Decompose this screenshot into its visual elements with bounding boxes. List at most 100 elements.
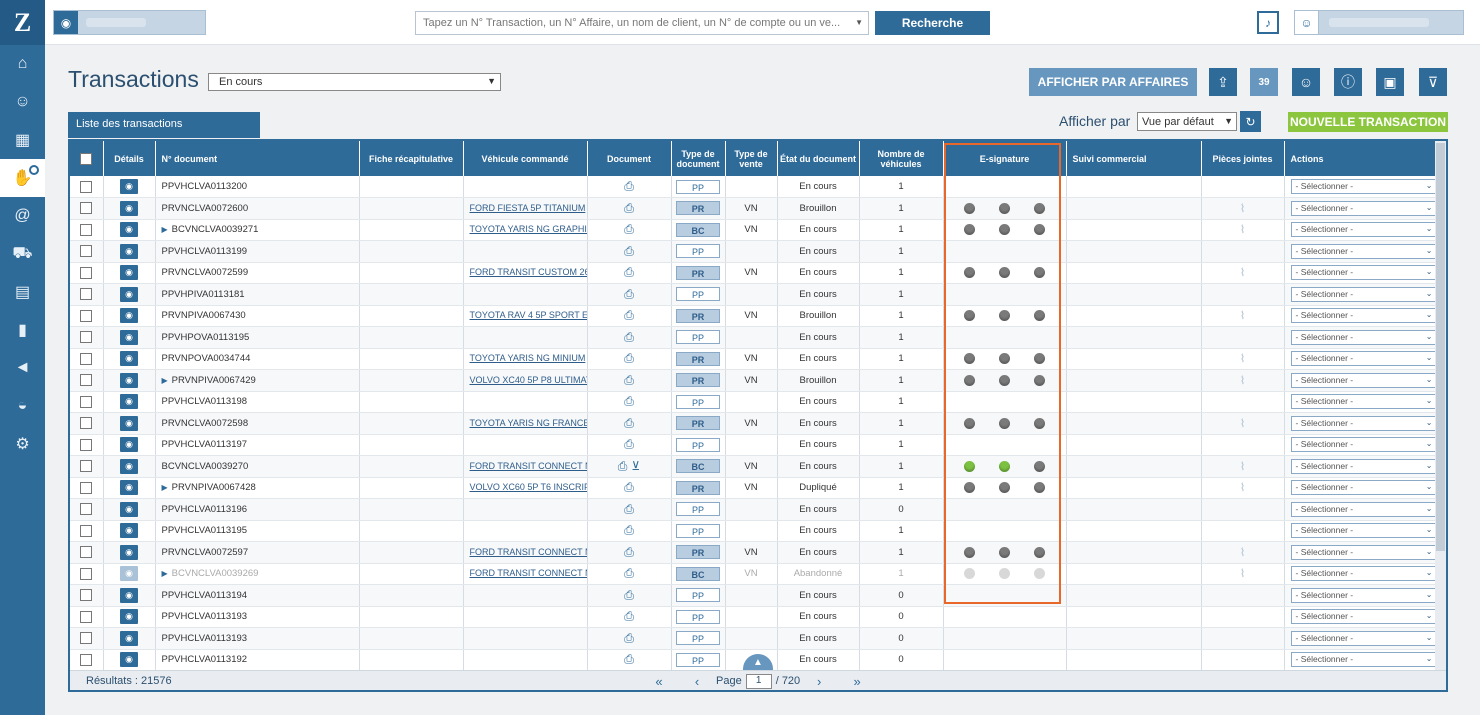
table-row[interactable]: ◉ PPVHCLVA0113193 ⎙ PP En cours 0 - Sélectionn…: [70, 627, 1437, 650]
actions-cell[interactable]: - Sélectionner - ⌄: [1284, 412, 1437, 435]
row-select-cell[interactable]: [70, 584, 104, 607]
details-cell[interactable]: ◉: [103, 649, 156, 671]
table-row[interactable]: ◉ PPVHCLVA0113195 ⎙ PP En cours 1 - Sélectionn…: [70, 520, 1437, 542]
table-row[interactable]: ◉ PRVNPOVA0034744 TOYOTA YARIS NG MINIUM ⎙ P…: [70, 348, 1437, 370]
paperclip-icon[interactable]: ⌇: [1240, 482, 1245, 494]
actions-select[interactable]: - Sélectionner - ⌄: [1290, 415, 1435, 431]
actions-select[interactable]: - Sélectionner - ⌄: [1290, 351, 1435, 367]
calendar-icon[interactable]: ▦: [0, 121, 45, 159]
actions-select[interactable]: - Sélectionner - ⌄: [1290, 566, 1435, 582]
table-row[interactable]: ◉ ▶ BCVNCLVA0039269 FORD TRANSIT CONNECT N ⎙…: [70, 563, 1437, 585]
col-suivi[interactable]: Suivi commercial: [1066, 141, 1202, 176]
table-row[interactable]: ◉ PPVHCLVA0113200 ⎙ PP En cours 1 - Sélectionn…: [70, 176, 1437, 198]
paperclip-icon[interactable]: ⌇: [1240, 267, 1245, 279]
actions-cell[interactable]: - Sélectionner - ⌄: [1284, 283, 1437, 306]
row-checkbox[interactable]: [80, 524, 93, 537]
table-row[interactable]: ◉ ▶ PRVNPIVA0067429 VOLVO XC40 5P P8 ULTIMA…: [70, 369, 1437, 392]
eye-icon[interactable]: ◉: [120, 200, 138, 216]
details-cell[interactable]: ◉: [103, 477, 156, 499]
table-row[interactable]: ◉ PRVNCLVA0072598 TOYOTA YARIS NG FRANCE ⎙ P…: [70, 412, 1437, 435]
col-nb-vehicles[interactable]: Nombre de véhicules: [859, 141, 944, 176]
actions-select[interactable]: - Sélectionner - ⌄: [1290, 501, 1435, 517]
printer-icon[interactable]: ⎙: [624, 287, 634, 301]
printer-icon[interactable]: ⎙: [624, 201, 634, 215]
actions-cell[interactable]: - Sélectionner - ⌄: [1284, 219, 1437, 241]
paperclip-icon[interactable]: ⌇: [1240, 461, 1245, 473]
pieces-cell[interactable]: [1201, 326, 1285, 349]
col-type-vente[interactable]: Type de vente: [725, 141, 778, 176]
printer-icon[interactable]: ⎙: [618, 459, 628, 473]
document-cell[interactable]: ⎙: [587, 584, 672, 607]
row-select-cell[interactable]: [70, 219, 104, 241]
document-cell[interactable]: ⎙: [587, 326, 672, 349]
pieces-cell[interactable]: ⌇: [1201, 541, 1285, 564]
details-cell[interactable]: ◉: [103, 498, 156, 521]
col-details[interactable]: Détails: [103, 141, 156, 176]
printer-icon[interactable]: ⎙: [624, 566, 634, 580]
prev-page-icon[interactable]: ‹: [678, 674, 716, 689]
actions-cell[interactable]: - Sélectionner - ⌄: [1284, 627, 1437, 650]
actions-select[interactable]: - Sélectionner - ⌄: [1290, 609, 1435, 625]
view-select[interactable]: Vue par défaut ▼: [1137, 112, 1237, 131]
document-cell[interactable]: ⎙: [587, 262, 672, 284]
signature-status-icon[interactable]: [964, 568, 975, 580]
details-cell[interactable]: ◉: [103, 305, 156, 327]
pieces-cell[interactable]: [1201, 498, 1285, 521]
document-cell[interactable]: ⎙: [587, 219, 672, 241]
actions-select[interactable]: - Sélectionner - ⌄: [1290, 200, 1435, 216]
home-icon[interactable]: ⌂: [0, 45, 45, 83]
pieces-cell[interactable]: ⌇: [1201, 369, 1285, 392]
new-transaction-button[interactable]: NOUVELLE TRANSACTION: [1288, 112, 1448, 132]
row-checkbox[interactable]: [80, 417, 93, 430]
actions-cell[interactable]: - Sélectionner - ⌄: [1284, 391, 1437, 413]
row-checkbox[interactable]: [80, 331, 93, 344]
row-select-cell[interactable]: [70, 563, 104, 585]
eye-icon[interactable]: ◉: [120, 566, 138, 582]
paperclip-icon[interactable]: ⌇: [1240, 568, 1245, 580]
col-pieces[interactable]: Pièces jointes: [1201, 141, 1285, 176]
scrollbar-thumb[interactable]: [1436, 143, 1445, 551]
table-row[interactable]: ◉ ▶ PRVNPIVA0067428 VOLVO XC60 5P T6 INSCRI…: [70, 477, 1437, 499]
printer-icon[interactable]: ⎙: [624, 437, 634, 451]
signature-status-icon[interactable]: [964, 482, 975, 494]
paperclip-icon[interactable]: ⌇: [1240, 547, 1245, 559]
printer-icon[interactable]: ⎙: [624, 609, 634, 623]
details-cell[interactable]: ◉: [103, 240, 156, 263]
paperclip-icon[interactable]: ⌇: [1240, 375, 1245, 387]
vehicle-link[interactable]: FORD TRANSIT CONNECT N: [470, 547, 587, 557]
actions-select[interactable]: - Sélectionner - ⌄: [1290, 329, 1435, 345]
printer-icon[interactable]: ⎙: [624, 222, 634, 236]
search-dropdown-icon[interactable]: ▼: [855, 18, 863, 27]
eye-icon[interactable]: ◉: [120, 179, 138, 194]
download-icon[interactable]: ⊻: [631, 459, 640, 473]
actions-select[interactable]: - Sélectionner - ⌄: [1290, 652, 1435, 668]
details-cell[interactable]: ◉: [103, 520, 156, 542]
pieces-cell[interactable]: [1201, 584, 1285, 607]
document-cell[interactable]: ⎙: [587, 498, 672, 521]
printer-icon[interactable]: ⎙: [624, 394, 634, 408]
actions-cell[interactable]: - Sélectionner - ⌄: [1284, 262, 1437, 284]
expand-arrow-icon[interactable]: ▶: [162, 569, 168, 578]
vehicle-link[interactable]: VOLVO XC60 5P T6 INSCRIP: [470, 482, 587, 492]
row-select-cell[interactable]: [70, 412, 104, 435]
search-button[interactable]: Recherche: [875, 11, 990, 35]
actions-select[interactable]: - Sélectionner - ⌄: [1290, 308, 1435, 324]
paperclip-icon[interactable]: ⌇: [1240, 310, 1245, 322]
pieces-cell[interactable]: [1201, 649, 1285, 671]
actions-select[interactable]: - Sélectionner - ⌄: [1290, 544, 1435, 560]
signature-status-icon[interactable]: [999, 460, 1010, 472]
signature-status-icon[interactable]: [964, 310, 975, 322]
document-cell[interactable]: ⎙: [587, 197, 672, 220]
printer-icon[interactable]: ⎙: [624, 330, 634, 344]
row-checkbox[interactable]: [80, 653, 93, 666]
printer-icon[interactable]: ⎙: [624, 545, 634, 559]
actions-select[interactable]: - Sélectionner - ⌄: [1290, 437, 1435, 453]
pieces-cell[interactable]: ⌇: [1201, 197, 1285, 220]
row-select-cell[interactable]: [70, 305, 104, 327]
vehicle-link[interactable]: FORD TRANSIT CUSTOM 26: [470, 267, 587, 277]
document-cell[interactable]: ⎙: [587, 391, 672, 413]
next-page-icon[interactable]: ›: [800, 674, 838, 689]
eye-icon[interactable]: ◉: [120, 587, 138, 603]
tab-transactions-list[interactable]: Liste des transactions: [68, 112, 260, 138]
pieces-cell[interactable]: [1201, 627, 1285, 650]
